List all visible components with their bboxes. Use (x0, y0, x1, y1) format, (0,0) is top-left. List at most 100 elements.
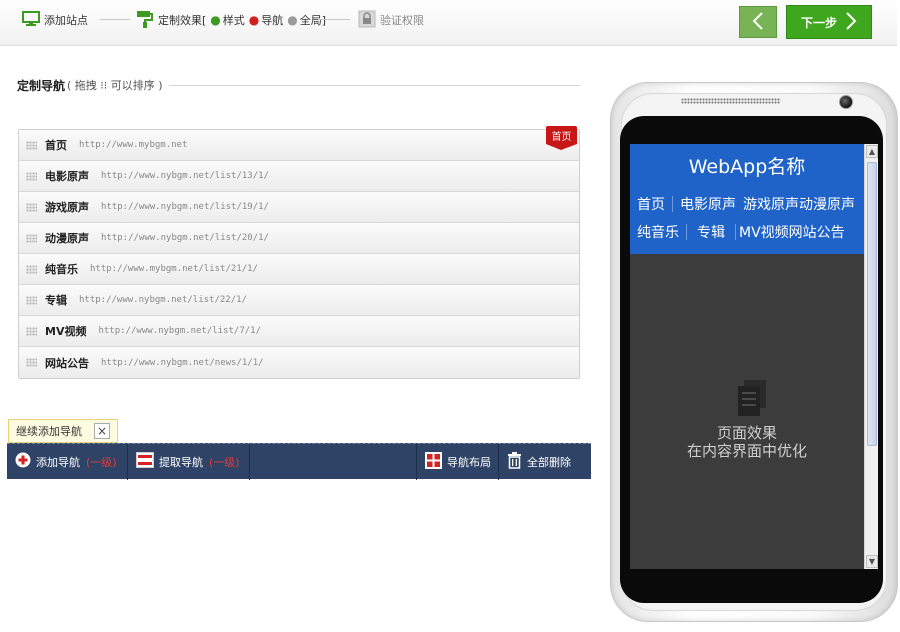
divider (168, 84, 580, 86)
wizard-step-label: 验证权限 (380, 14, 424, 27)
nav-url: http://www.mybgm.net/list/21/1/ (90, 264, 258, 274)
app-nav-row: 纯音乐 专辑 MV视频 网站公告 (630, 218, 845, 246)
wizard-step-label: 添加站点 (44, 14, 88, 27)
nav-layout-label: 导航布局 (447, 455, 491, 469)
nav-name: 电影原声 (45, 170, 89, 183)
scroll-down-icon[interactable]: ▼ (866, 555, 878, 568)
status-dot-icon: ● (210, 13, 221, 27)
speaker-grille (681, 98, 781, 104)
delete-all-button[interactable]: 全部删除 (499, 444, 591, 480)
next-step-label: 下一步 (800, 15, 837, 30)
grid-icon (425, 451, 442, 472)
nav-name: 网站公告 (45, 356, 89, 370)
wizard-connector (100, 19, 130, 20)
wizard-step-add-site[interactable]: 添加站点 (22, 10, 88, 30)
nav-row[interactable]: 纯音乐 http://www.mybgm.net/list/21/1/ (19, 254, 579, 285)
home-badge: 首页 (546, 126, 577, 150)
nav-layout-button[interactable]: 导航布局 (417, 443, 499, 480)
drag-handle-icon[interactable] (26, 171, 37, 181)
wizard-step-customize[interactable]: 定制效果[ ● 样式 ● 导航 ● 全局] (136, 10, 326, 30)
nav-list: 首页 http://www.mybgm.net 电影原声 http://www.… (18, 129, 580, 379)
nav-toolbar: 添加导航 (一级) 提取导航 (一级) 导航布局 全部删除 (7, 443, 591, 480)
nav-row[interactable]: MV视频 http://www.nybgm.net/list/7/1/ (19, 316, 579, 347)
add-nav-button[interactable]: 添加导航 (一级) (7, 443, 128, 480)
wizard-option-nav[interactable]: 导航 (261, 12, 283, 28)
nav-name: 动漫原声 (45, 232, 89, 245)
add-nav-level: (一级) (86, 455, 117, 469)
page: 添加站点 定制效果[ ● 样式 ● 导航 ● 全局] 验证权限 下一步 定制导航… (0, 0, 900, 632)
wizard-bar: 添加站点 定制效果[ ● 样式 ● 导航 ● 全局] 验证权限 下一步 (0, 0, 897, 46)
section-header: 定制导航 ( 拖拽 ⁝⁝ 可以排序 ) (17, 77, 580, 93)
nav-name: 专辑 (45, 294, 67, 307)
status-dot-icon: ● (248, 13, 260, 27)
nav-name: MV视频 (45, 325, 87, 338)
nav-name: 游戏原声 (45, 201, 89, 214)
placeholder-line: 在内容界面中优化 (686, 442, 807, 460)
delete-all-label: 全部删除 (527, 455, 571, 469)
app-nav-item[interactable]: 动漫原声 (799, 194, 855, 214)
wizard-option-global[interactable]: 全局] (300, 12, 326, 28)
drag-handle-icon[interactable] (26, 202, 37, 212)
placeholder-text: 页面效果 在内容界面中优化 (630, 424, 864, 460)
fetch-nav-button[interactable]: 提取导航 (一级) (128, 443, 250, 480)
list-icon (136, 452, 154, 471)
add-circle-icon (15, 452, 31, 471)
nav-row[interactable]: 网站公告 http://www.nybgm.net/news/1/1/ (19, 347, 579, 378)
monitor-icon (22, 10, 40, 30)
drag-handle-icon[interactable] (26, 358, 37, 367)
nav-url: http://www.nybgm.net/list/7/1/ (98, 326, 262, 336)
scroll-up-icon[interactable]: ▲ (866, 145, 878, 158)
nav-row[interactable]: 专辑 http://www.nybgm.net/list/22/1/ (19, 285, 579, 316)
nav-url: http://www.nybgm.net/list/19/1/ (101, 202, 269, 212)
prev-step-button[interactable] (739, 6, 777, 38)
app-nav-row: 首页 电影原声 游戏原声 动漫原声 (630, 190, 855, 218)
fetch-nav-level: (一级) (209, 455, 240, 469)
add-nav-tooltip: 继续添加导航 × (8, 419, 118, 448)
fetch-nav-label: 提取导航 (159, 455, 203, 469)
toolbar-spacer (250, 443, 417, 480)
drag-handle-icon[interactable] (26, 264, 37, 274)
app-nav-item[interactable]: MV视频 (736, 222, 789, 242)
tooltip-text: 继续添加导航 (16, 425, 82, 438)
wizard-step-verify[interactable]: 验证权限 (358, 10, 424, 30)
placeholder-line: 页面效果 (716, 424, 777, 442)
wizard-connector (318, 19, 350, 20)
nav-row[interactable]: 动漫原声 http://www.nybgm.net/list/20/1/ (19, 223, 579, 254)
add-nav-label: 添加导航 (36, 455, 80, 469)
app-title: WebApp名称 (688, 156, 806, 178)
app-nav-item[interactable]: 专辑 (687, 222, 735, 242)
nav-row[interactable]: 电影原声 http://www.nybgm.net/list/13/1/ (19, 161, 579, 192)
nav-row[interactable]: 首页 http://www.mybgm.net (19, 130, 579, 161)
next-step-button[interactable]: 下一步 (786, 5, 872, 39)
drag-handle-icon[interactable] (26, 295, 37, 305)
chevron-right-icon (845, 11, 857, 34)
wizard-step-label: 定制效果[ (158, 14, 207, 27)
status-dot-icon: ● (287, 13, 298, 27)
wizard-option-style[interactable]: 样式 (223, 12, 245, 28)
paint-roller-icon (136, 10, 154, 31)
nav-name: 首页 (45, 139, 67, 152)
chevron-left-icon (752, 11, 764, 34)
nav-url: http://www.nybgm.net/list/13/1/ (101, 171, 269, 181)
drag-handle-icon[interactable] (26, 233, 37, 243)
app-nav-item[interactable]: 网站公告 (789, 222, 845, 242)
phone-scrollbar[interactable]: ▲ ▼ (864, 144, 878, 569)
drag-handle-icon[interactable] (26, 326, 37, 336)
nav-url: http://www.nybgm.net/news/1/1/ (101, 357, 264, 368)
nav-row[interactable]: 游戏原声 http://www.nybgm.net/list/19/1/ (19, 192, 579, 223)
close-icon[interactable]: × (94, 423, 110, 439)
section-hint: ( 拖拽 ⁝⁝ 可以排序 ) (67, 79, 163, 92)
camera-icon (839, 95, 853, 109)
nav-name: 纯音乐 (45, 263, 78, 276)
lock-icon (358, 10, 376, 31)
phone-screen: WebApp名称 首页 电影原声 游戏原声 动漫原声 纯音乐 专辑 MV视频 网… (630, 144, 878, 569)
app-header: WebApp名称 首页 电影原声 游戏原声 动漫原声 纯音乐 专辑 MV视频 网… (630, 144, 864, 254)
nav-url: http://www.mybgm.net (79, 140, 188, 150)
app-nav-item[interactable]: 首页 (630, 194, 672, 214)
app-nav-item[interactable]: 电影原声 (673, 194, 743, 214)
app-nav-item[interactable]: 游戏原声 (743, 194, 799, 214)
drag-handle-icon[interactable] (26, 140, 37, 150)
app-nav-item[interactable]: 纯音乐 (630, 222, 686, 242)
nav-url: http://www.nybgm.net/list/20/1/ (101, 233, 269, 243)
scrollbar-thumb[interactable] (867, 162, 877, 446)
